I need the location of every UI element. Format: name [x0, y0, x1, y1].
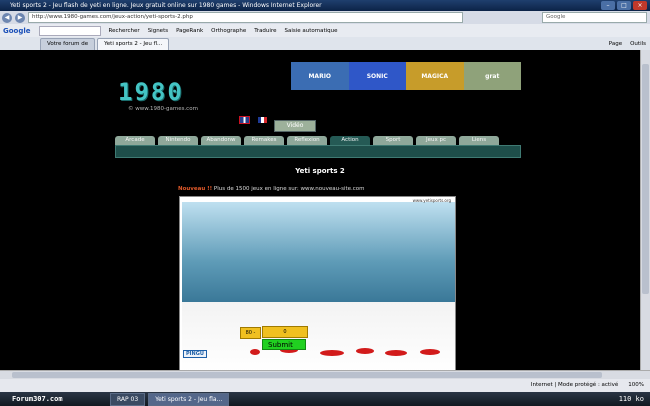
nav-jeux-pc[interactable]: Jeux pc — [416, 136, 456, 145]
scroll-thumb[interactable] — [642, 64, 649, 294]
blood-splat — [356, 348, 374, 354]
google-item[interactable]: Rechercher — [109, 28, 140, 34]
power-input[interactable]: 0 — [262, 326, 308, 338]
banner-mario[interactable]: MARIO — [291, 62, 349, 90]
web-page: MARIO SONIC MAGICA grat 1980 © www.1980-… — [0, 50, 640, 370]
maximize-button[interactable]: □ — [617, 1, 631, 10]
scroll-thumb[interactable] — [12, 372, 602, 378]
tools-menu[interactable]: Outils — [630, 41, 646, 47]
news-label: Nouveau !! — [178, 186, 213, 192]
nav-nintendo[interactable]: Nintendo — [158, 136, 198, 145]
game-frame[interactable]: www.yetisports.org PINGU 80 - 0 Submit — [179, 196, 456, 370]
banner-grat[interactable]: grat — [463, 62, 521, 90]
window-title: Yeti sports 2 - Jeu flash de yeti en lig… — [10, 2, 322, 9]
power-label: 80 - — [240, 327, 261, 339]
vertical-scrollbar[interactable] — [640, 50, 650, 370]
zone-indicator[interactable]: Internet | Mode protégé : activé — [531, 379, 618, 392]
game-ice — [182, 302, 455, 370]
address-bar: ◀ ▶ http://www.1980-games.com/jeux-actio… — [0, 11, 650, 24]
tab-yeti-sports[interactable]: Yeti sports 2 - Jeu fl... — [97, 38, 170, 50]
blood-splat — [385, 350, 407, 356]
google-item[interactable]: Saisie automatique — [284, 28, 337, 34]
window-titlebar: Yeti sports 2 - Jeu flash de yeti en lig… — [0, 0, 650, 11]
video-button[interactable]: Vidéo — [274, 120, 316, 132]
banner-sonic[interactable]: SONIC — [348, 62, 406, 90]
site-logo-sub: © www.1980-games.com — [128, 106, 198, 112]
nav-underline — [115, 145, 521, 158]
forward-icon[interactable]: ▶ — [15, 12, 25, 23]
google-item[interactable]: Traduire — [254, 28, 276, 34]
minimize-button[interactable]: – — [601, 1, 615, 10]
submit-button[interactable]: Submit — [262, 339, 306, 350]
zoom-level[interactable]: 100% — [628, 379, 644, 392]
search-input[interactable]: Google — [542, 12, 647, 23]
taskbar: Forum307.com RAP 03 Yeti sports 2 - Jeu … — [0, 392, 650, 406]
nav-remakes[interactable]: Remakes — [244, 136, 284, 145]
start-button[interactable]: Forum307.com — [0, 392, 110, 406]
site-logo[interactable]: 1980 — [118, 78, 184, 106]
game-title: Yeti sports 2 — [295, 167, 345, 175]
google-toolbar: Google Rechercher Signets PageRank Ortho… — [0, 24, 650, 37]
fr-flag-icon[interactable] — [258, 117, 267, 123]
close-button[interactable]: × — [633, 1, 647, 10]
horizontal-scrollbar[interactable] — [0, 370, 650, 379]
nav-abandonware[interactable]: Abandonw — [201, 136, 241, 145]
back-icon[interactable]: ◀ — [2, 12, 12, 23]
google-item[interactable]: Orthographe — [211, 28, 246, 34]
nav-arcade[interactable]: Arcade — [115, 136, 155, 145]
blood-splat — [320, 350, 344, 356]
blood-splat — [250, 349, 260, 355]
task-rap[interactable]: RAP 03 — [110, 392, 146, 406]
game-sky — [182, 202, 455, 302]
uk-flag-icon[interactable] — [239, 116, 250, 124]
game-credit[interactable]: www.yetisports.org — [413, 198, 451, 203]
page-menu[interactable]: Page — [609, 41, 622, 47]
site-nav: Arcade Nintendo Abandonw Remakes Reflexi… — [115, 136, 499, 145]
news-line: Nouveau !! Plus de 1500 jeux en ligne su… — [178, 186, 365, 192]
task-yeti[interactable]: Yeti sports 2 - Jeu fla... — [148, 392, 230, 406]
nav-reflexion[interactable]: Reflexion — [287, 136, 327, 145]
google-logo: Google — [3, 26, 31, 35]
ad-banner[interactable]: MARIO SONIC MAGICA grat — [291, 62, 521, 90]
google-item[interactable]: PageRank — [176, 28, 203, 34]
nav-sport[interactable]: Sport — [373, 136, 413, 145]
news-text[interactable]: Plus de 1500 jeux en ligne sur: www.nouv… — [214, 186, 365, 192]
tray-text: 110 ko — [618, 395, 644, 403]
google-item[interactable]: Signets — [148, 28, 168, 34]
url-input[interactable]: http://www.1980-games.com/jeux-action/ye… — [28, 12, 463, 23]
banner-magica[interactable]: MAGICA — [406, 62, 464, 90]
nav-action[interactable]: Action — [330, 136, 370, 145]
google-search-box[interactable] — [38, 25, 101, 36]
tab-forum[interactable]: Votre forum de — [40, 38, 96, 50]
game-logo: PINGU — [183, 350, 207, 358]
tab-bar: Votre forum de Yeti sports 2 - Jeu fl...… — [0, 37, 650, 50]
blood-splat — [420, 349, 440, 355]
status-bar: Internet | Mode protégé : activé 100% — [0, 379, 650, 392]
system-tray: 110 ko — [613, 395, 650, 403]
nav-liens[interactable]: Liens — [459, 136, 499, 145]
